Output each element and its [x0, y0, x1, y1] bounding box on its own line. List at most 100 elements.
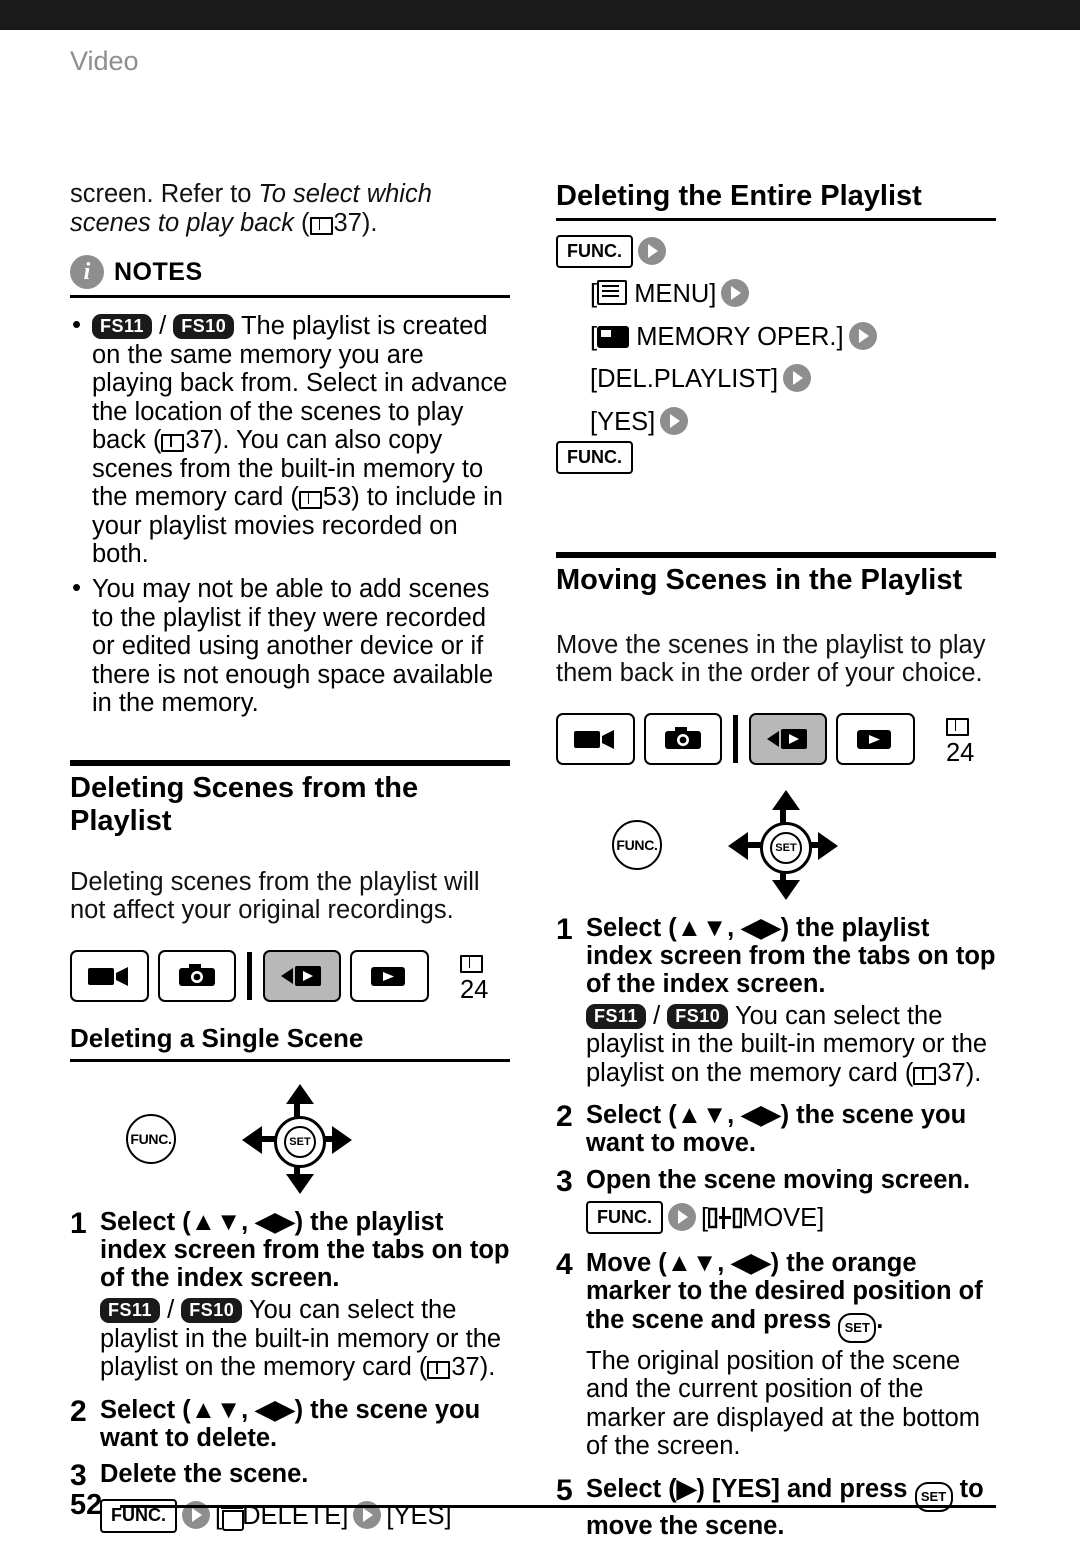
step-text: Select (▲▼, ◀▶) the playlist index scree… — [100, 1207, 510, 1292]
step-4: 4 Move (▲▼, ◀▶) the orange marker to the… — [556, 1249, 996, 1460]
notes-list: FS11 / FS10 The playlist is created on t… — [70, 310, 510, 718]
joystick-left-arrow — [242, 1125, 262, 1154]
model-badge-fs11: FS11 — [586, 1003, 647, 1029]
playback-photo-icon — [370, 966, 405, 986]
info-icon: i — [70, 255, 104, 290]
command-func-end: FUNC. — [556, 441, 996, 475]
bracket-open: [ — [701, 1204, 709, 1232]
playback-photo-icon-button[interactable] — [350, 949, 429, 1002]
model-badge-fs11: FS11 — [92, 314, 153, 340]
step-text: Move (▲▼, ◀▶) the orange marker to the d… — [586, 1249, 996, 1343]
joystick-diagram: SET — [242, 1083, 352, 1194]
step-1: 1 Select (▲▼, ◀▶) the playlist index scr… — [556, 912, 996, 1088]
step-note: FS11 / FS10 You can select the playlist … — [586, 1002, 996, 1088]
subsection-divider — [70, 1058, 510, 1062]
notes-title: NOTES — [114, 257, 203, 286]
trash-icon — [221, 1506, 245, 1532]
step-note-ref: 37 — [451, 1353, 480, 1382]
camera-video-icon — [574, 729, 615, 749]
intro-text-1: screen. Refer to — [70, 180, 259, 208]
book-page-icon — [161, 434, 185, 453]
footer-divider — [120, 1505, 996, 1508]
yes-label: [YES] — [590, 407, 656, 436]
step-text-main: Move (▲▼, ◀▶) the orange marker to the d… — [586, 1249, 983, 1334]
camera-photo-icon-button[interactable] — [157, 949, 237, 1002]
camera-video-icon-button[interactable] — [70, 949, 149, 1002]
joystick-diagram: SET — [728, 789, 838, 900]
arrow-right-icon — [721, 279, 750, 308]
intro-ref: 37 — [333, 208, 362, 237]
step-1: 1 Select (▲▼, ◀▶) the playlist index scr… — [70, 1208, 510, 1382]
left-column: screen. Refer to To select which scenes … — [70, 180, 510, 1534]
step-number: 4 — [556, 1248, 573, 1282]
mode-page-ref: 24 — [945, 710, 996, 768]
camera-video-icon-button[interactable] — [556, 712, 635, 765]
book-page-icon — [309, 216, 333, 235]
set-button[interactable]: SET — [838, 1312, 877, 1343]
func-button-round[interactable]: FUNC. — [126, 1113, 176, 1164]
step-number: 2 — [70, 1394, 87, 1428]
playback-video-icon-button[interactable] — [748, 712, 828, 765]
playback-photo-icon-button[interactable] — [836, 712, 915, 765]
step-number: 1 — [70, 1206, 87, 1240]
menu-label: MENU] — [634, 280, 717, 309]
section-intro: Move the scenes in the playlist to play … — [556, 630, 986, 688]
book-page-icon — [298, 491, 322, 510]
joystick-center[interactable]: SET — [760, 821, 812, 874]
notes-header: i NOTES — [70, 255, 510, 290]
page-number: 52 — [70, 1489, 103, 1521]
step-number: 1 — [556, 912, 573, 946]
control-diagram: FUNC. SET — [556, 789, 996, 900]
model-badge-fs11: FS11 — [100, 1297, 161, 1324]
func-button[interactable]: FUNC. — [586, 1201, 663, 1235]
command-menu: [ MENU] — [556, 277, 996, 311]
list-item: You may not be able to add scenes to the… — [70, 573, 510, 718]
page-title-moving-scenes: Moving Scenes in the Playlist — [556, 563, 963, 596]
joystick-up-arrow — [772, 789, 800, 810]
step-text: Delete the scene. — [100, 1459, 309, 1488]
playback-video-icon-button[interactable] — [262, 949, 342, 1002]
step-3: 3 Open the scene moving screen. — [556, 1165, 996, 1198]
book-page-icon — [427, 1361, 451, 1380]
control-diagram: FUNC. SET — [70, 1083, 510, 1194]
mode-ref-number: 24 — [945, 738, 975, 767]
set-label: SET — [770, 831, 802, 864]
book-page-icon — [913, 1066, 937, 1085]
section-intro: Deleting scenes from the playlist will n… — [70, 867, 480, 925]
memory-oper-label: MEMORY OPER.] — [636, 322, 844, 351]
playback-photo-icon — [856, 729, 891, 749]
mode-page-ref: 24 — [459, 947, 510, 1005]
note-ref-1: 37 — [185, 426, 214, 455]
section-rule-top — [70, 759, 510, 766]
section-rule-top — [556, 551, 996, 558]
menu-icon — [597, 280, 628, 306]
step-text: Select (▲▼, ◀▶) the playlist index scree… — [586, 913, 996, 998]
func-button[interactable]: FUNC. — [556, 441, 633, 475]
badge-separator: / — [167, 1295, 182, 1324]
joystick-right-arrow — [332, 1125, 352, 1154]
command-yes: [YES] — [556, 405, 996, 439]
func-button-round[interactable]: FUNC. — [612, 819, 662, 870]
step-note: FS11 / FS10 You can select the playlist … — [100, 1296, 510, 1382]
joystick-center[interactable]: SET — [274, 1115, 326, 1168]
note-text: You may not be able to add scenes to the… — [92, 575, 494, 718]
memory-icon — [597, 325, 630, 348]
mode-icon-row: 24 — [70, 947, 510, 1005]
step-note: The original position of the scene and t… — [586, 1346, 981, 1461]
document-page: Video screen. Refer to To select which s… — [0, 30, 1080, 1560]
model-badge-fs10: FS10 — [667, 1003, 729, 1029]
func-button[interactable]: FUNC. — [556, 235, 633, 269]
command-func-start: FUNC. — [556, 235, 996, 269]
step-text: Open the scene moving screen. — [586, 1165, 971, 1194]
section-label: Video — [70, 46, 139, 76]
model-badge-fs10: FS10 — [173, 314, 235, 340]
page-title-deleting-scenes: Deleting Scenes from the Playlist — [70, 771, 419, 837]
command-sequence-move: FUNC. [ MOVE] — [556, 1201, 996, 1235]
mode-divider — [247, 951, 252, 1000]
joystick-down-arrow — [772, 879, 800, 900]
page-title-deleting-entire-playlist: Deleting the Entire Playlist — [556, 180, 922, 212]
subsection-title-single-scene: Deleting a Single Scene — [70, 1022, 364, 1053]
camera-photo-icon-button[interactable] — [643, 712, 723, 765]
step-number: 3 — [70, 1458, 87, 1492]
step-2: 2 Select (▲▼, ◀▶) the scene you want to … — [556, 1101, 996, 1157]
